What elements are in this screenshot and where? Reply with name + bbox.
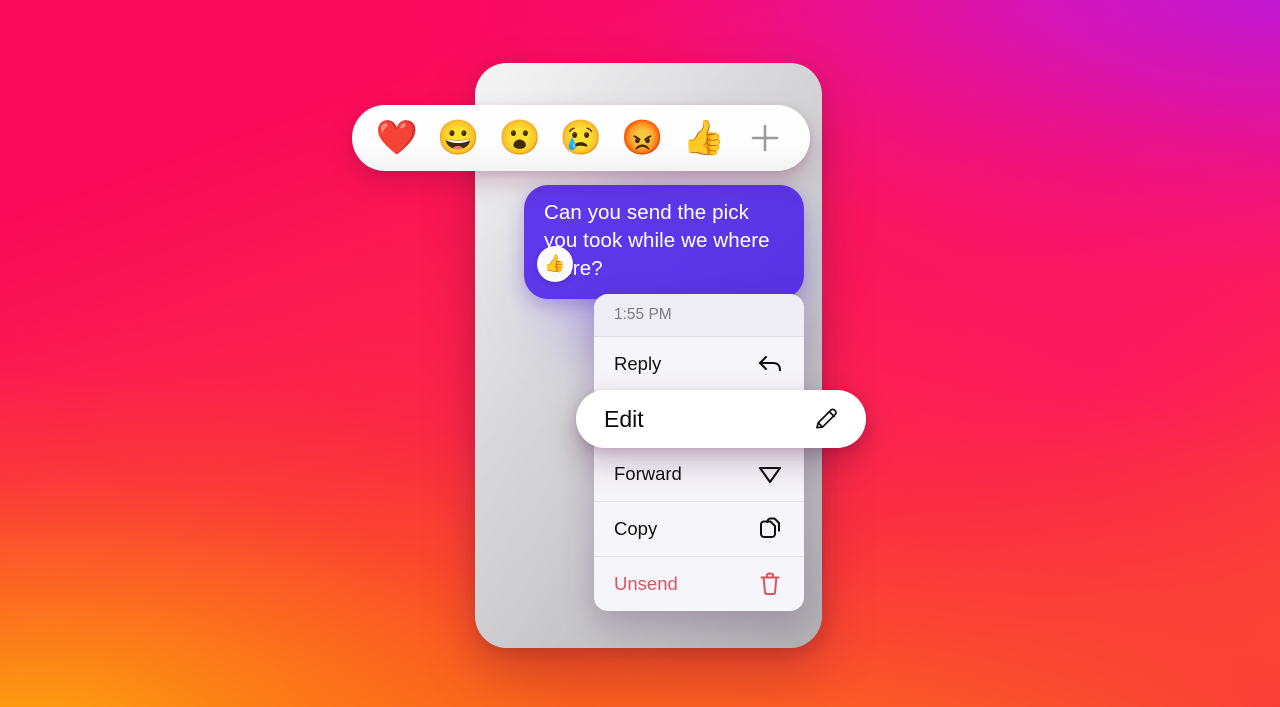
reaction-grinning-face-icon[interactable]: 😀 — [435, 121, 481, 155]
menu-item-copy[interactable]: Copy — [594, 502, 804, 557]
message-text: Can you send the pick you took while we … — [544, 201, 770, 280]
more-reactions-plus-icon[interactable] — [742, 115, 788, 161]
copy-pages-icon — [756, 515, 784, 543]
thumbs-up-icon: 👍 — [544, 254, 566, 273]
reply-arrow-icon — [756, 350, 784, 378]
menu-item-label: Forward — [614, 463, 682, 484]
menu-item-forward[interactable]: Forward — [594, 447, 804, 502]
reaction-thumbs-up-icon[interactable]: 👍 — [681, 121, 727, 155]
reaction-heart-icon[interactable]: ❤️ — [374, 121, 420, 155]
reaction-surprised-face-icon[interactable]: 😮 — [497, 121, 543, 155]
message-context-menu: 1:55 PM Reply Forward Copy Unsend — [594, 294, 804, 611]
menu-item-edit[interactable]: Edit — [576, 390, 866, 448]
menu-item-label: Edit — [604, 405, 644, 432]
message-bubble[interactable]: Can you send the pick you took while we … — [524, 185, 804, 299]
menu-item-label: Copy — [614, 518, 658, 539]
reaction-angry-face-icon[interactable]: 😡 — [619, 121, 665, 155]
reaction-crying-face-icon[interactable]: 😢 — [558, 121, 604, 155]
paper-plane-icon — [756, 460, 784, 488]
menu-item-reply[interactable]: Reply — [594, 337, 804, 392]
menu-item-label: Unsend — [614, 573, 678, 594]
message-reaction-badge[interactable]: 👍 — [537, 246, 573, 282]
menu-item-unsend[interactable]: Unsend — [594, 557, 804, 611]
quick-reaction-bar: ❤️ 😀 😮 😢 😡 👍 — [352, 105, 810, 171]
menu-timestamp: 1:55 PM — [594, 294, 804, 337]
screenshot-stage: Can you send the pick you took while we … — [0, 0, 1280, 707]
menu-item-label: Reply — [614, 353, 662, 374]
trash-icon — [756, 570, 784, 598]
pencil-icon — [812, 405, 840, 433]
timestamp-text: 1:55 PM — [614, 306, 672, 323]
